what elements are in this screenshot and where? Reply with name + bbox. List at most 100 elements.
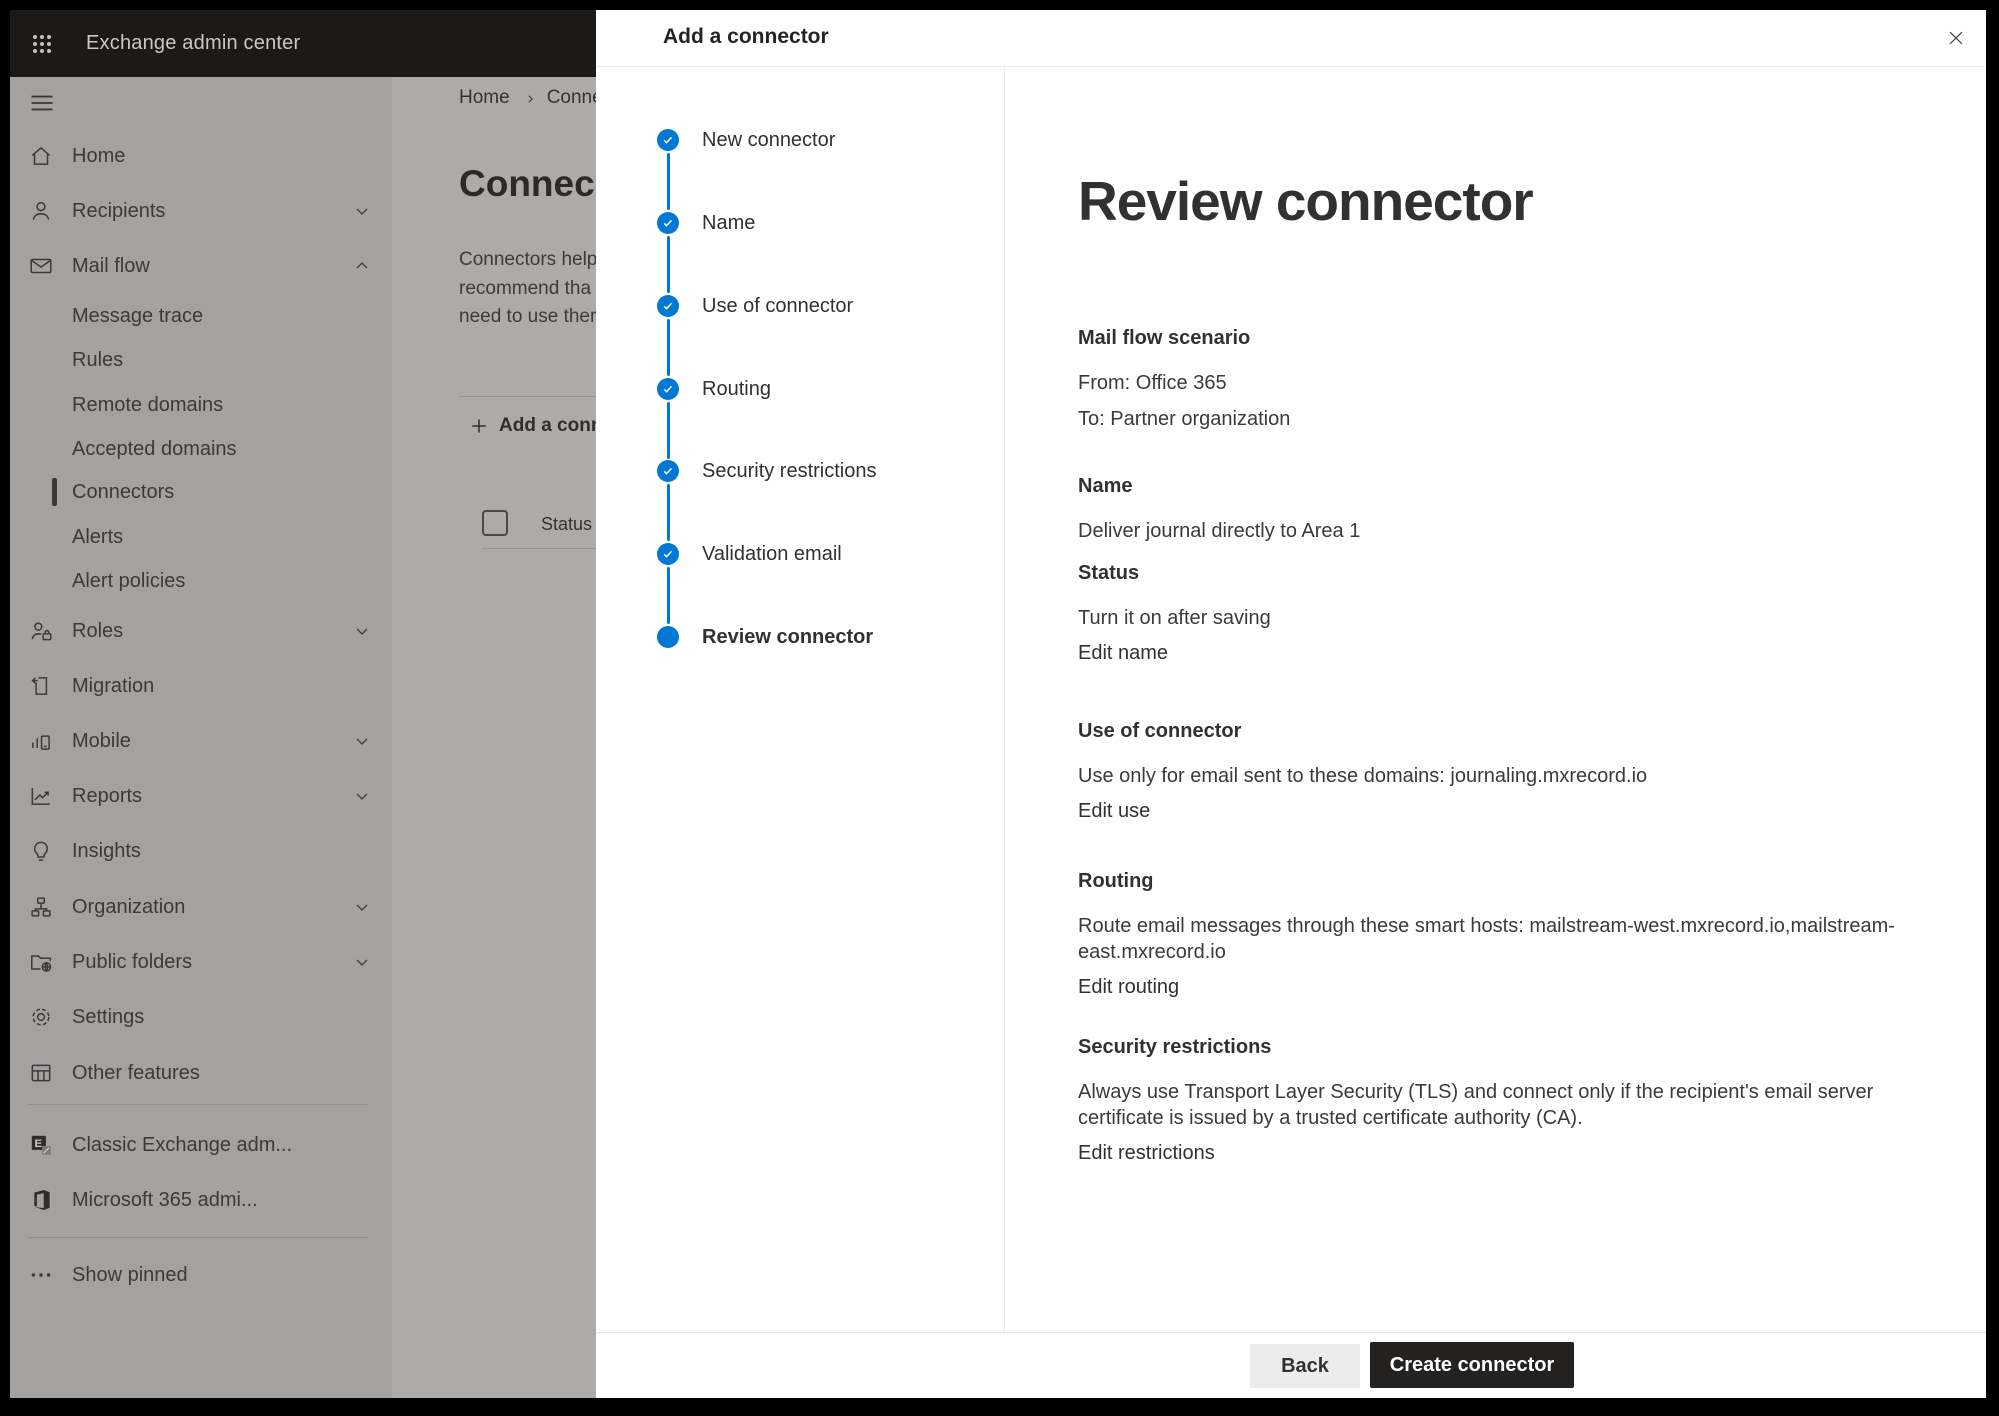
table-icon	[28, 1060, 54, 1086]
step-check-icon	[657, 543, 679, 565]
mobile-icon	[28, 728, 54, 754]
sidebar-item-migration[interactable]: Migration	[10, 668, 392, 704]
sidebar-item-recipients[interactable]: Recipients	[10, 193, 392, 229]
step-connector-line	[667, 236, 670, 293]
ellipsis-icon	[28, 1262, 54, 1288]
step-connector-line	[667, 153, 670, 210]
chevron-down-icon	[352, 786, 372, 806]
dialog-title: Add a connector	[663, 25, 829, 49]
step-check-icon	[657, 378, 679, 400]
breadcrumb-current[interactable]: Conne	[547, 87, 596, 109]
edit-use-link[interactable]: Edit use	[1078, 798, 1150, 824]
step-current-dot	[657, 626, 679, 648]
sidebar-item-connectors[interactable]: Connectors	[10, 474, 392, 510]
create-connector-button[interactable]: Create connector	[1370, 1342, 1574, 1388]
home-icon	[28, 143, 54, 169]
chevron-up-icon	[352, 256, 372, 276]
chevron-down-icon	[352, 897, 372, 917]
wizard-steps: New connector Name Use of connector Rout…	[596, 68, 1005, 1332]
select-all-checkbox[interactable]	[482, 510, 508, 536]
page-intro-line: recommend tha	[459, 278, 591, 300]
mail-flow-from: From: Office 365	[1078, 370, 1958, 396]
sidebar-item-remote-domains[interactable]: Remote domains	[10, 387, 392, 423]
chevron-down-icon	[352, 952, 372, 972]
folder-globe-icon	[28, 949, 54, 975]
sidebar-item-classic-exchange[interactable]: E Classic Exchange adm...	[10, 1127, 392, 1163]
back-button[interactable]: Back	[1250, 1344, 1360, 1388]
close-icon[interactable]	[1938, 20, 1974, 56]
sidebar-item-alerts[interactable]: Alerts	[10, 519, 392, 555]
waffle-icon[interactable]	[20, 22, 64, 66]
step-check-icon	[657, 212, 679, 234]
sidebar-item-message-trace[interactable]: Message trace	[10, 298, 392, 334]
section-routing: Routing Route email messages through the…	[1078, 869, 1958, 1000]
breadcrumb-home[interactable]: Home	[459, 87, 510, 109]
dialog-body: New connector Name Use of connector Rout…	[596, 68, 1986, 1332]
screen: Exchange admin center Home Recipients Ma…	[0, 0, 1999, 1416]
step-connector-line	[667, 484, 670, 541]
classic-exchange-icon: E	[28, 1132, 54, 1158]
sidebar-item-home[interactable]: Home	[10, 138, 392, 174]
chevron-down-icon	[352, 731, 372, 751]
divider	[459, 396, 596, 397]
sidebar-item-reports[interactable]: Reports	[10, 778, 392, 814]
sidebar-item-settings[interactable]: Settings	[10, 999, 392, 1035]
step-check-icon	[657, 460, 679, 482]
sidebar-item-accepted-domains[interactable]: Accepted domains	[10, 431, 392, 467]
section-status: Status Turn it on after saving Edit name	[1078, 561, 1958, 666]
mail-flow-to: To: Partner organization	[1078, 406, 1958, 432]
sidebar-item-alert-policies[interactable]: Alert policies	[10, 563, 392, 599]
status-column-header: Status	[541, 514, 592, 535]
sidebar-item-roles[interactable]: Roles	[10, 613, 392, 649]
section-heading: Security restrictions	[1078, 1035, 1958, 1059]
review-panel: Review connector Mail flow scenario From…	[1005, 68, 1986, 1332]
sidebar: Home Recipients Mail flow Message trace …	[10, 77, 392, 1398]
edit-restrictions-link[interactable]: Edit restrictions	[1078, 1140, 1215, 1166]
chevron-down-icon	[352, 201, 372, 221]
section-security-restrictions: Security restrictions Always use Transpo…	[1078, 1035, 1958, 1166]
edit-routing-link[interactable]: Edit routing	[1078, 974, 1179, 1000]
section-mail-flow-scenario: Mail flow scenario From: Office 365 To: …	[1078, 326, 1958, 432]
divider	[482, 548, 596, 549]
hamburger-menu-icon[interactable]	[28, 89, 56, 117]
step-connector-line	[667, 319, 670, 376]
breadcrumb: Home Conne	[459, 87, 596, 109]
review-title: Review connector	[1078, 168, 1986, 234]
roles-icon	[28, 618, 54, 644]
page-background: Home Conne Connec Connectors help recomm…	[392, 77, 596, 1398]
sidebar-item-other-features[interactable]: Other features	[10, 1055, 392, 1091]
dialog-header: Add a connector	[596, 10, 1986, 67]
plus-icon	[469, 416, 489, 436]
reports-icon	[28, 783, 54, 809]
section-use-of-connector: Use of connector Use only for email sent…	[1078, 719, 1958, 824]
status-value: Turn it on after saving	[1078, 605, 1958, 631]
lightbulb-icon	[28, 838, 54, 864]
step-check-icon	[657, 129, 679, 151]
section-name: Name Deliver journal directly to Area 1	[1078, 474, 1958, 544]
mail-icon	[28, 253, 54, 279]
chevron-right-icon	[524, 93, 537, 106]
security-restrictions-value: Always use Transport Layer Security (TLS…	[1078, 1079, 1958, 1131]
sidebar-item-mobile[interactable]: Mobile	[10, 723, 392, 759]
edit-name-link[interactable]: Edit name	[1078, 640, 1168, 666]
section-heading: Mail flow scenario	[1078, 326, 1958, 350]
dialog-footer: Back Create connector	[596, 1332, 1986, 1398]
step-check-icon	[657, 295, 679, 317]
section-heading: Use of connector	[1078, 719, 1958, 743]
add-connector-button[interactable]: Add a conn	[469, 415, 596, 437]
page-title: Connec	[459, 163, 595, 205]
section-heading: Routing	[1078, 869, 1958, 893]
chevron-down-icon	[352, 621, 372, 641]
sidebar-item-mail-flow[interactable]: Mail flow	[10, 248, 392, 284]
sidebar-item-insights[interactable]: Insights	[10, 833, 392, 869]
sidebar-divider	[28, 1237, 368, 1238]
sidebar-item-show-pinned[interactable]: Show pinned	[10, 1257, 392, 1293]
sidebar-item-public-folders[interactable]: Public folders	[10, 944, 392, 980]
app-title: Exchange admin center	[86, 32, 300, 55]
page-intro-line: Connectors help	[459, 249, 596, 271]
add-connector-dialog: Add a connector New connector Name	[596, 10, 1986, 1398]
use-of-connector-value: Use only for email sent to these domains…	[1078, 763, 1958, 789]
sidebar-item-organization[interactable]: Organization	[10, 889, 392, 925]
sidebar-item-microsoft-365[interactable]: Microsoft 365 admi...	[10, 1182, 392, 1218]
sidebar-item-rules[interactable]: Rules	[10, 342, 392, 378]
